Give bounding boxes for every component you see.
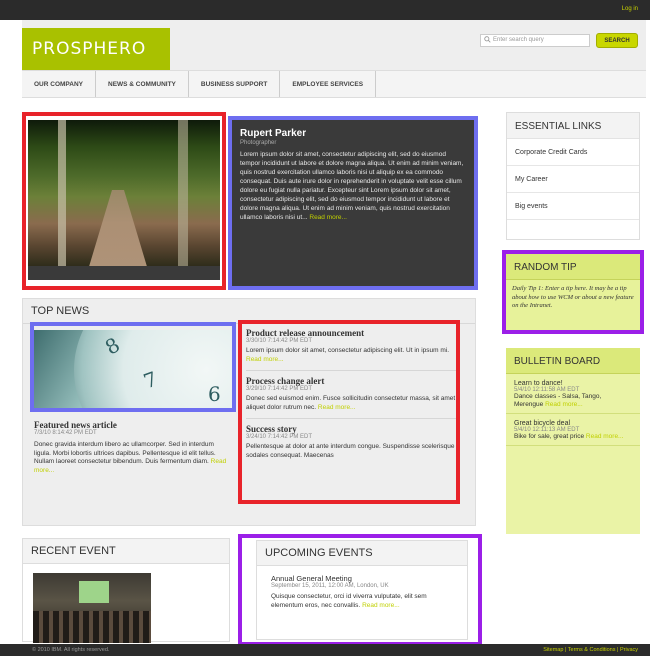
highlight-box-red [22, 112, 226, 290]
highlight-box-red [238, 320, 460, 504]
search-input[interactable]: Enter search query [480, 34, 590, 47]
bulletin-read-more-link[interactable]: Read more... [545, 401, 583, 408]
prosphero-logo[interactable]: PROSPHERO [22, 28, 170, 70]
bulletin-item: Learn to dance! 5/4/10 12:11:58 AM EDT D… [506, 374, 640, 414]
essential-links-title: ESSENTIAL LINKS [507, 113, 639, 139]
site-footer: © 2010 IBM. All rights reserved. Sitemap… [0, 644, 650, 656]
link-corporate-credit-cards[interactable]: Corporate Credit Cards [507, 139, 639, 166]
bulletin-item-title[interactable]: Learn to dance! [514, 380, 632, 387]
bulletin-read-more-link[interactable]: Read more... [586, 433, 624, 440]
essential-links-panel: ESSENTIAL LINKS Corporate Credit Cards M… [506, 112, 640, 240]
footer-copyright: © 2010 IBM. All rights reserved. [32, 647, 110, 653]
highlight-box-blue [228, 116, 478, 290]
search-button[interactable]: SEARCH [596, 33, 638, 48]
link-my-career[interactable]: My Career [507, 166, 639, 193]
featured-news-body-text: Donec gravida interdum libero ac ullamco… [34, 441, 216, 465]
recent-event-photo[interactable] [33, 573, 151, 643]
link-big-events[interactable]: Big events [507, 193, 639, 220]
recent-event-title: RECENT EVENT [23, 539, 229, 564]
nav-news-community[interactable]: NEWS & COMMUNITY [96, 71, 189, 97]
bulletin-board-panel: BULLETIN BOARD Learn to dance! 5/4/10 12… [506, 348, 640, 534]
footer-links[interactable]: Sitemap | Terms & Conditions | Privacy [543, 647, 638, 653]
main-nav: OUR COMPANY NEWS & COMMUNITY BUSINESS SU… [22, 70, 646, 98]
featured-news-body: Donec gravida interdum libero ac ullamco… [34, 441, 230, 475]
bulletin-item-title[interactable]: Great bicycle deal [514, 420, 632, 427]
logo-text: PROSPHERO [32, 39, 147, 59]
bulletin-item-body: Bike for sale, great price Read more... [514, 433, 632, 441]
photo-audience-detail [33, 611, 151, 643]
highlight-box-blue [30, 322, 236, 412]
nav-employee-services[interactable]: EMPLOYEE SERVICES [280, 71, 377, 97]
nav-business-support[interactable]: BUSINESS SUPPORT [189, 71, 281, 97]
bulletin-item-body-text: Bike for sale, great price [514, 433, 585, 440]
photo-screen-detail [79, 581, 109, 603]
featured-news-date: 7/3/10 8:14:42 PM EDT [34, 430, 97, 436]
bulletin-board-title: BULLETIN BOARD [506, 348, 640, 374]
recent-event-panel: RECENT EVENT [22, 538, 230, 643]
login-link[interactable]: Log in [622, 6, 638, 12]
bulletin-item-body: Dance classes - Salsa, Tango, Merengue R… [514, 393, 632, 409]
top-bar: Log in [0, 0, 650, 20]
search-icon [484, 36, 491, 43]
bulletin-item: Great bicycle deal 5/4/10 12:11:13 AM ED… [506, 414, 640, 446]
highlight-box-purple [502, 250, 644, 334]
site-header: PROSPHERO Enter search query SEARCH [22, 20, 646, 70]
nav-our-company[interactable]: OUR COMPANY [22, 71, 96, 97]
featured-news: Featured news article 7/3/10 8:14:42 PM … [34, 420, 230, 475]
highlight-box-purple [238, 534, 482, 646]
featured-news-title[interactable]: Featured news article [34, 420, 230, 430]
